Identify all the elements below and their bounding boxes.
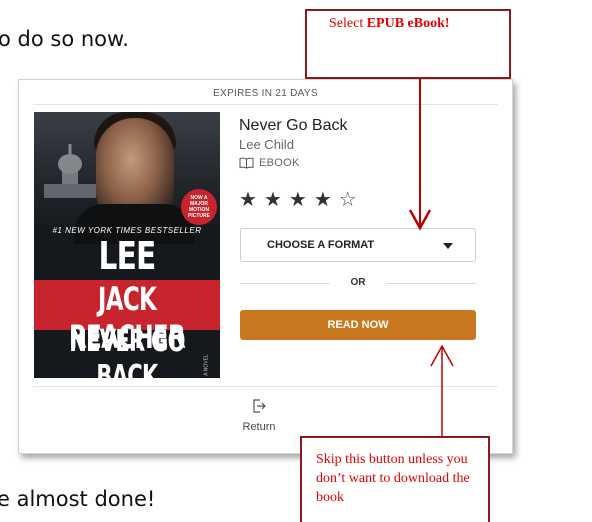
format-row: EBOOK [239, 157, 300, 169]
caret-down-icon [443, 243, 453, 249]
expires-divider [33, 104, 498, 105]
choose-format-label: CHOOSE A FORMAT [267, 239, 375, 251]
open-book-icon [239, 157, 254, 169]
star-filled-icon: ★ [239, 187, 264, 211]
book-title[interactable]: Never Go Back [239, 117, 347, 135]
or-line-right [386, 283, 476, 284]
or-separator: OR [240, 276, 476, 290]
callout-select-text: Select [329, 16, 367, 31]
cover-subtitle: A NOVEL [203, 354, 210, 376]
movie-badge: NOW A MAJOR MOTION PICTURE [181, 189, 217, 225]
callout-epub-text: EPUB eBook! [366, 16, 450, 31]
loan-card: EXPIRES IN 21 DAYS NOW A MAJOR MOTION PI… [18, 79, 513, 454]
star-filled-icon: ★ [313, 187, 339, 211]
book-cover[interactable]: NOW A MAJOR MOTION PICTURE #1 NEW YORK T… [34, 112, 220, 378]
format-label: EBOOK [259, 157, 300, 169]
capitol-icon [44, 144, 96, 198]
star-empty-icon: ☆ [338, 187, 364, 211]
star-filled-icon: ★ [263, 187, 289, 211]
rating-stars[interactable]: ★★★★☆ [239, 187, 364, 211]
return-label: Return [242, 421, 276, 433]
read-now-label: READ NOW [327, 319, 389, 331]
book-author[interactable]: Lee Child [239, 137, 294, 152]
expires-label: EXPIRES IN 21 DAYS [213, 88, 318, 99]
return-icon [253, 399, 266, 413]
choose-format-button[interactable]: CHOOSE A FORMAT [240, 228, 476, 262]
document-text-top: o do so now. [0, 27, 129, 51]
read-now-button[interactable]: READ NOW [240, 310, 476, 340]
star-filled-icon: ★ [288, 187, 314, 211]
callout-skip-text: Skip this button unless you don’t want t… [316, 452, 470, 505]
callout-skip-button: Skip this button unless you don’t want t… [300, 436, 490, 522]
cover-title: NEVER GO BACK [69, 324, 185, 378]
callout-select-epub: Select EPUB eBook! [305, 9, 511, 79]
return-button[interactable]: Return [229, 398, 289, 433]
document-text-bottom: e almost done! [0, 487, 156, 511]
card-divider [33, 386, 498, 387]
